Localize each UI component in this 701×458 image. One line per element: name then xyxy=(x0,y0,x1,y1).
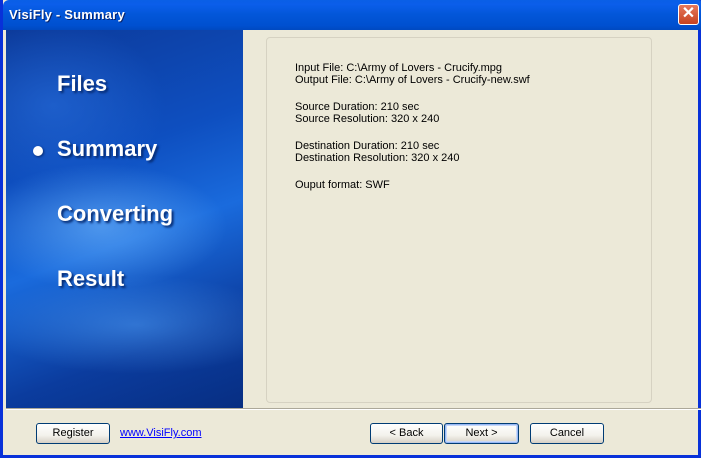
source-resolution-line: Source Resolution: 320 x 240 xyxy=(295,113,440,125)
step-files: Files xyxy=(57,71,108,96)
back-button[interactable]: < Back xyxy=(370,423,443,444)
title-bar[interactable]: VisiFly - Summary ✕ xyxy=(3,0,701,30)
cancel-button[interactable]: Cancel xyxy=(530,423,604,444)
step-summary: Summary xyxy=(57,136,158,161)
register-button[interactable]: Register xyxy=(36,423,110,444)
source-duration-line: Source Duration: 210 sec xyxy=(295,101,420,113)
destination-duration-line: Destination Duration: 210 sec xyxy=(295,140,440,152)
wizard-steps-sidebar: Files Summary Converting Result xyxy=(6,30,243,408)
output-file-line: Output File: C:\Army of Lovers - Crucify… xyxy=(295,74,530,86)
next-button[interactable]: Next > xyxy=(444,423,519,444)
step-converting: Converting xyxy=(57,201,174,226)
footer-divider xyxy=(6,408,701,410)
visifly-window: VisiFly - Summary ✕ Files Summary Conver… xyxy=(0,0,701,458)
output-format-line: Ouput format: SWF xyxy=(295,179,390,191)
input-file-line: Input File: C:\Army of Lovers - Crucify.… xyxy=(295,62,503,74)
destination-resolution-line: Destination Resolution: 320 x 240 xyxy=(295,152,460,164)
website-link[interactable]: www.VisiFly.com xyxy=(120,427,202,439)
close-icon: ✕ xyxy=(681,5,696,22)
active-step-bullet-icon xyxy=(33,146,43,156)
summary-text: Input File: C:\Army of Lovers - Crucify.… xyxy=(295,62,530,191)
window-title: VisiFly - Summary xyxy=(9,7,125,22)
step-result: Result xyxy=(57,266,125,291)
close-button[interactable]: ✕ xyxy=(678,4,699,25)
